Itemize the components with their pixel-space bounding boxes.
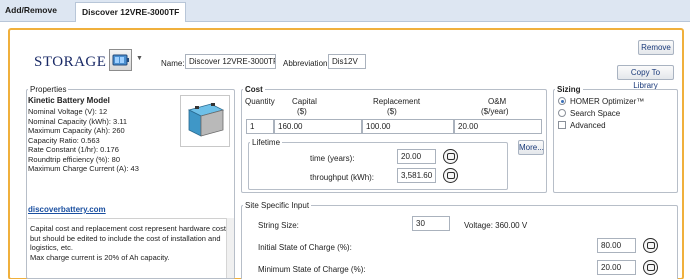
advanced-label: Advanced: [570, 121, 606, 130]
cost-title: Cost: [243, 85, 265, 94]
note-scrollbar[interactable]: [226, 218, 234, 278]
lifetime-years-field[interactable]: 20.00: [397, 149, 436, 164]
throughput-field[interactable]: 3,581.60: [397, 168, 436, 183]
property-line: Capacity Ratio: 0.563: [28, 135, 100, 145]
battery-selector-icon[interactable]: [109, 49, 132, 71]
capital-header: Capital: [292, 97, 317, 106]
minimum-soc-label: Minimum State of Charge (%):: [258, 265, 366, 274]
advanced-checkbox[interactable]: [558, 121, 566, 129]
capital-field[interactable]: 160.00: [274, 119, 362, 134]
search-space-radio[interactable]: [558, 109, 566, 117]
note-line: but should be edited to include the cost…: [30, 233, 221, 243]
homer-optimizer-label: HOMER Optimizer™: [570, 97, 645, 106]
throughput-label: throughput (kWh):: [310, 173, 375, 182]
quantity-header: Quantity: [245, 97, 275, 106]
chevron-down-icon[interactable]: ▼: [136, 55, 143, 62]
initial-soc-field[interactable]: 80.00: [597, 238, 636, 253]
homer-optimizer-radio[interactable]: [558, 97, 566, 105]
om-unit: ($/year): [481, 107, 509, 116]
name-label: Name:: [161, 59, 185, 68]
time-label: time (years):: [310, 154, 355, 163]
quantity-field[interactable]: 1: [246, 119, 274, 134]
manufacturer-link[interactable]: discoverbattery.com: [28, 205, 106, 214]
property-line: Nominal Capacity (kWh): 3.11: [28, 116, 128, 126]
sizing-title: Sizing: [555, 85, 583, 94]
properties-list: Nominal Voltage (V): 12 Nominal Capacity…: [28, 107, 139, 174]
lifetime-group: [248, 142, 508, 190]
string-size-field[interactable]: 30: [412, 216, 450, 231]
abbreviation-label: Abbreviation:: [283, 59, 330, 68]
capital-unit: ($): [297, 107, 307, 116]
initial-soc-label: Initial State of Charge (%):: [258, 243, 352, 252]
note-line: Capital cost and replacement cost repres…: [30, 224, 232, 233]
tab-component-active[interactable]: Discover 12VRE-3000TF: [75, 2, 187, 22]
more-button[interactable]: More...: [518, 140, 544, 155]
property-line: Maximum Charge Current (A): 43: [28, 164, 139, 173]
lifetime-title: Lifetime: [250, 138, 283, 147]
tab-add-remove[interactable]: Add/Remove: [5, 5, 57, 15]
search-space-label: Search Space: [570, 109, 621, 118]
string-size-label: String Size:: [258, 221, 299, 230]
property-line: Roundtrip efficiency (%): 80: [28, 154, 120, 164]
abbreviation-field[interactable]: Dis12V: [328, 54, 366, 69]
property-line: Rate Constant (1/hr): 0.176: [28, 145, 119, 154]
battery-image: [180, 95, 230, 147]
voltage-readout: Voltage: 360.00 V: [464, 221, 528, 230]
sensitivity-icon[interactable]: [443, 149, 458, 164]
property-line: Nominal Voltage (V): 12: [28, 107, 108, 116]
replacement-field[interactable]: 100.00: [362, 119, 454, 134]
name-field[interactable]: Discover 12VRE-3000TF: [185, 54, 276, 69]
property-line: Maximum Capacity (Ah): 260: [28, 126, 125, 135]
properties-title: Properties: [28, 85, 69, 94]
page-title: STORAGE: [34, 54, 107, 70]
model-name: Kinetic Battery Model: [28, 96, 110, 105]
site-specific-title: Site Specific Input: [243, 201, 312, 210]
replacement-unit: ($): [387, 107, 397, 116]
remove-button[interactable]: Remove: [638, 40, 674, 55]
replacement-header: Replacement: [373, 97, 421, 106]
om-field[interactable]: 20.00: [454, 119, 542, 134]
minimum-soc-field[interactable]: 20.00: [597, 260, 636, 275]
copy-to-library-button[interactable]: Copy To Library: [617, 65, 674, 90]
cost-note: Capital cost and replacement cost repres…: [30, 224, 232, 262]
om-header: O&M: [488, 97, 507, 106]
sensitivity-icon[interactable]: [643, 260, 658, 275]
sensitivity-icon[interactable]: [443, 168, 458, 183]
note-line: Max charge current is 20% of Ah capacity…: [30, 252, 170, 262]
sensitivity-icon[interactable]: [643, 238, 658, 253]
note-line: logistics, etc.: [30, 243, 73, 252]
